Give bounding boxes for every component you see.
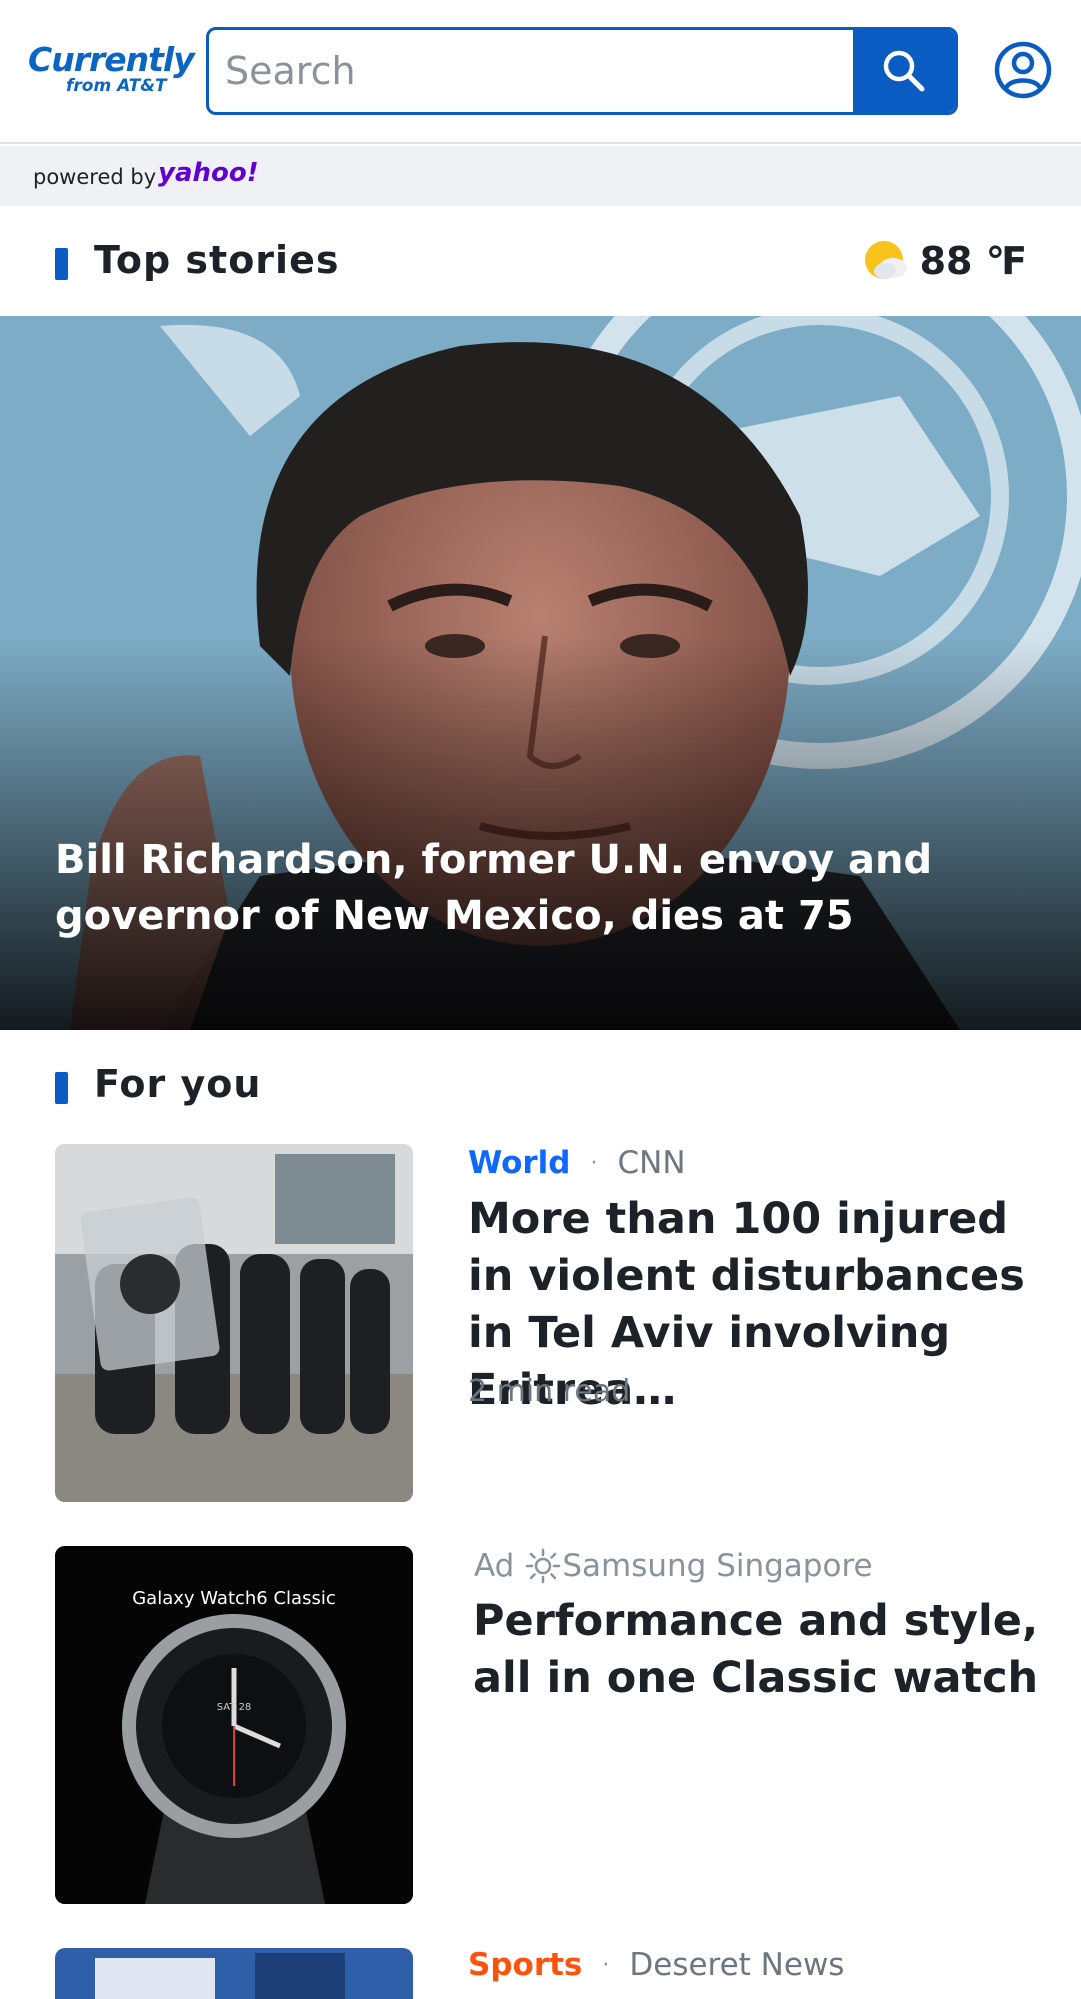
ad-label: Ad [474, 1548, 515, 1584]
article-source: CNN [617, 1145, 686, 1181]
article-meta: Sports · Deseret News [468, 1947, 844, 1983]
category-link[interactable]: Sports [468, 1947, 582, 1983]
watch-date: SAT 28 [217, 1702, 252, 1713]
search-button[interactable] [853, 30, 955, 112]
ad-meta: Ad Samsung Singapore [474, 1547, 873, 1585]
ad-headline[interactable]: Performance and style, all in one Classi… [473, 1593, 1053, 1707]
ad-sponsor[interactable]: Samsung Singapore [562, 1548, 872, 1584]
section-marker [55, 248, 68, 280]
temperature: 88 ℉ [919, 239, 1027, 283]
yahoo-logo: yahoo! [158, 158, 259, 188]
read-time: 2 min read [468, 1374, 631, 1409]
watch-promo-text: Galaxy Watch6 Classic [132, 1588, 336, 1609]
powered-by-bar: powered by yahoo! [0, 146, 1081, 206]
meta-separator: · [602, 1952, 610, 1978]
search-input[interactable] [209, 30, 855, 112]
top-stories-title: Top stories [94, 238, 340, 282]
sponsor-sun-icon [526, 1548, 561, 1584]
for-you-title: For you [94, 1062, 262, 1106]
search-icon [883, 50, 925, 92]
ad-thumbnail[interactable]: Galaxy Watch6 Classic SAT 28 [55, 1546, 413, 1904]
powered-by-text: powered by [33, 165, 157, 189]
logo-main-text: Currently [28, 40, 195, 79]
for-you-header: For you [0, 1032, 1081, 1142]
partly-cloudy-icon [864, 241, 907, 279]
profile-button[interactable] [993, 40, 1053, 100]
police-photo [55, 1144, 413, 1502]
watch-image: Galaxy Watch6 Classic SAT 28 [55, 1546, 413, 1904]
search-bar [206, 27, 958, 115]
currently-logo[interactable]: Currently from AT&T [28, 40, 195, 100]
category-link[interactable]: World [468, 1145, 571, 1181]
hero-headline[interactable]: Bill Richardson, former U.N. envoy and g… [55, 832, 955, 944]
article-thumbnail[interactable] [55, 1948, 413, 1999]
article-thumbnail[interactable] [55, 1144, 413, 1502]
weather-widget[interactable]: 88 ℉ [862, 236, 1027, 286]
section-marker [55, 1072, 68, 1104]
article-source: Deseret News [629, 1947, 845, 1983]
app-header: Currently from AT&T [0, 0, 1081, 144]
meta-separator: · [590, 1150, 598, 1176]
sports-photo [55, 1948, 413, 1999]
user-account-icon [994, 41, 1052, 99]
article-meta: World · CNN [468, 1145, 686, 1181]
logo-sub-text: from AT&T [66, 76, 167, 96]
